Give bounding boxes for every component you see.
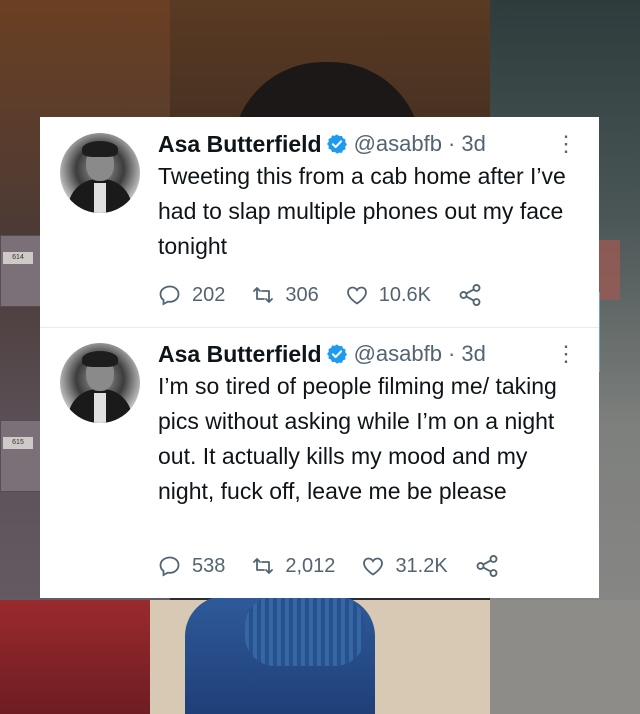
avatar-shirt <box>94 393 106 423</box>
tweet-header: Asa Butterfield @asabfb · 3d <box>158 129 486 159</box>
more-icon[interactable]: ⋮ <box>555 129 577 159</box>
author-name[interactable]: Asa Butterfield <box>158 131 322 158</box>
retweet-icon <box>253 558 274 574</box>
share-button[interactable] <box>457 282 493 308</box>
author-name[interactable]: Asa Butterfield <box>158 341 322 368</box>
retweet-count: 2,012 <box>285 554 336 577</box>
background-jacket-cuff <box>245 596 365 666</box>
share-icon <box>476 555 498 577</box>
reply-count: 202 <box>192 283 226 306</box>
like-count: 31.2K <box>395 554 448 577</box>
tweet-card: Asa Butterfield @asabfb · 3d ⋮ Tweeting … <box>40 117 599 598</box>
more-icon[interactable]: ⋮ <box>555 339 577 369</box>
avatar-hair <box>82 351 118 367</box>
tweet[interactable]: Asa Butterfield @asabfb · 3d ⋮ Tweeting … <box>40 117 599 327</box>
tweet-header: Asa Butterfield @asabfb · 3d <box>158 339 486 369</box>
background-table <box>490 600 640 714</box>
reply-count: 538 <box>192 554 226 577</box>
tweet-time[interactable]: · 3d <box>448 341 486 367</box>
like-button[interactable]: 10.6K <box>345 283 431 307</box>
avatar[interactable] <box>60 133 140 213</box>
share-button[interactable] <box>474 553 510 579</box>
avatar-shirt <box>94 183 106 213</box>
locker-tag: 614 <box>3 252 33 264</box>
tweet[interactable]: Asa Butterfield @asabfb · 3d ⋮ I’m so ti… <box>40 327 599 598</box>
retweet-button[interactable]: 306 <box>251 283 319 307</box>
tweet-actions: 202 306 10.6K <box>158 281 519 309</box>
like-icon <box>346 286 367 305</box>
like-button[interactable]: 31.2K <box>361 554 448 578</box>
reply-button[interactable]: 202 <box>158 283 225 307</box>
tweet-actions: 538 2,012 31.2K <box>158 552 536 580</box>
background-accent <box>598 240 620 300</box>
retweet-button[interactable]: 2,012 <box>251 554 335 578</box>
like-count: 10.6K <box>378 283 432 306</box>
verified-badge-icon <box>326 134 347 154</box>
author-handle[interactable]: @asabfb <box>354 341 442 367</box>
reply-icon <box>159 285 180 306</box>
share-icon <box>459 284 481 306</box>
background-locker: 614 <box>0 235 42 307</box>
reply-icon <box>159 556 180 577</box>
tweet-text: I’m so tired of people filming me/ takin… <box>158 373 557 504</box>
author-handle[interactable]: @asabfb <box>354 131 442 157</box>
retweet-icon <box>253 287 274 303</box>
avatar-hair <box>82 141 118 157</box>
like-icon <box>363 557 384 576</box>
locker-tag: 615 <box>3 437 33 449</box>
verified-badge-icon <box>326 344 347 364</box>
reply-button[interactable]: 538 <box>158 554 225 578</box>
tweet-text: Tweeting this from a cab home after I’ve… <box>158 163 566 259</box>
avatar[interactable] <box>60 343 140 423</box>
tweet-time[interactable]: · 3d <box>448 131 486 157</box>
background-locker: 615 <box>0 420 42 492</box>
retweet-count: 306 <box>285 283 319 306</box>
